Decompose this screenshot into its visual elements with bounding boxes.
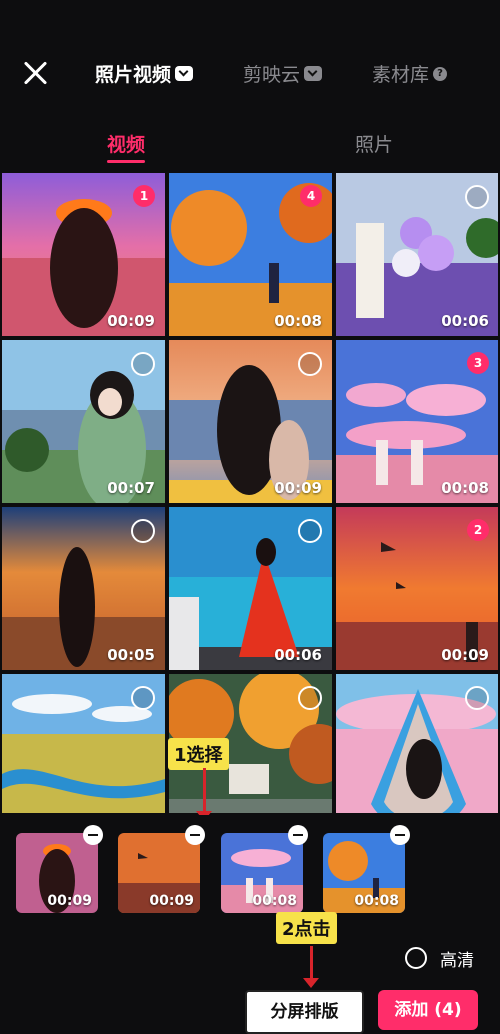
step1-annotation: 1选择: [168, 738, 229, 770]
duration-label: 00:07: [107, 479, 155, 497]
selection-badge[interactable]: [131, 352, 155, 376]
tab-jianying-cloud-label: 剪映云: [243, 64, 301, 86]
active-tab-indicator: [107, 160, 145, 163]
remove-icon[interactable]: [390, 825, 410, 845]
selection-badge[interactable]: 3: [467, 352, 489, 374]
media-type-tabs: 视频 照片: [0, 120, 500, 170]
remove-icon[interactable]: [83, 825, 103, 845]
tab-material-library-label: 素材库: [372, 64, 430, 86]
top-bar: 照片视频 剪映云 素材库 ?: [0, 0, 500, 105]
tab-photos-videos[interactable]: 照片视频: [95, 60, 194, 87]
hd-radio[interactable]: [405, 947, 427, 969]
hd-label: 高清: [440, 951, 474, 971]
duration-label: 00:09: [441, 646, 489, 664]
media-item[interactable]: 00:05: [2, 507, 165, 670]
selected-media-tray: 00:09 00:09 00:08 00:08: [0, 815, 500, 930]
duration-label: 00:05: [107, 646, 155, 664]
duration-label: 00:06: [274, 646, 322, 664]
close-icon[interactable]: [20, 58, 50, 88]
media-item[interactable]: 2 00:09: [336, 507, 498, 670]
duration-label: 00:08: [441, 479, 489, 497]
arrow-down-icon: [303, 946, 319, 988]
media-item[interactable]: 1 00:09: [2, 173, 165, 336]
tab-material-library[interactable]: 素材库 ?: [372, 60, 448, 87]
selection-badge[interactable]: [131, 519, 155, 543]
media-item[interactable]: 4 00:08: [169, 173, 332, 336]
selection-badge[interactable]: 4: [300, 185, 322, 207]
duration-label: 00:09: [107, 312, 155, 330]
media-item[interactable]: 00:06: [336, 173, 498, 336]
selected-item[interactable]: 00:08: [323, 833, 405, 913]
selection-badge[interactable]: [131, 686, 155, 710]
remove-icon[interactable]: [185, 825, 205, 845]
chevron-down-icon: [304, 66, 323, 81]
selection-badge[interactable]: [298, 519, 322, 543]
media-item[interactable]: 3 00:08: [336, 340, 498, 503]
duration-label: 00:09: [274, 479, 322, 497]
chevron-down-icon: [175, 66, 194, 81]
duration-label: 00:08: [252, 893, 297, 909]
duration-label: 00:09: [47, 893, 92, 909]
tab-jianying-cloud[interactable]: 剪映云: [243, 60, 323, 87]
duration-label: 00:08: [354, 893, 399, 909]
selection-badge[interactable]: [465, 686, 489, 710]
selection-badge[interactable]: [298, 686, 322, 710]
selection-badge[interactable]: [465, 185, 489, 209]
selected-item[interactable]: 00:09: [118, 833, 200, 913]
media-grid: 1 00:09 4 00:08 00:06 00:07 00:09 3 00:0…: [2, 173, 498, 813]
media-item[interactable]: [2, 674, 165, 813]
media-item[interactable]: 00:06: [169, 507, 332, 670]
selection-badge[interactable]: 1: [133, 185, 155, 207]
media-item[interactable]: 00:09: [169, 340, 332, 503]
selected-item[interactable]: 00:08: [221, 833, 303, 913]
media-item[interactable]: [336, 674, 498, 813]
duration-label: 00:09: [149, 893, 194, 909]
add-button[interactable]: 添加 (4): [378, 990, 478, 1030]
selected-item[interactable]: 00:09: [16, 833, 98, 913]
remove-icon[interactable]: [288, 825, 308, 845]
split-screen-layout-button[interactable]: 分屏排版: [245, 990, 364, 1034]
media-item[interactable]: 00:07: [2, 340, 165, 503]
tab-photos-videos-label: 照片视频: [95, 64, 172, 86]
arrow-down-icon: [196, 768, 212, 821]
tab-photos[interactable]: 照片: [355, 130, 393, 157]
selection-badge[interactable]: [298, 352, 322, 376]
selection-badge[interactable]: 2: [467, 519, 489, 541]
step2-annotation: 2点击: [276, 912, 337, 944]
help-icon[interactable]: ?: [433, 66, 448, 81]
duration-label: 00:08: [274, 312, 322, 330]
tab-videos[interactable]: 视频: [107, 130, 145, 157]
duration-label: 00:06: [441, 312, 489, 330]
